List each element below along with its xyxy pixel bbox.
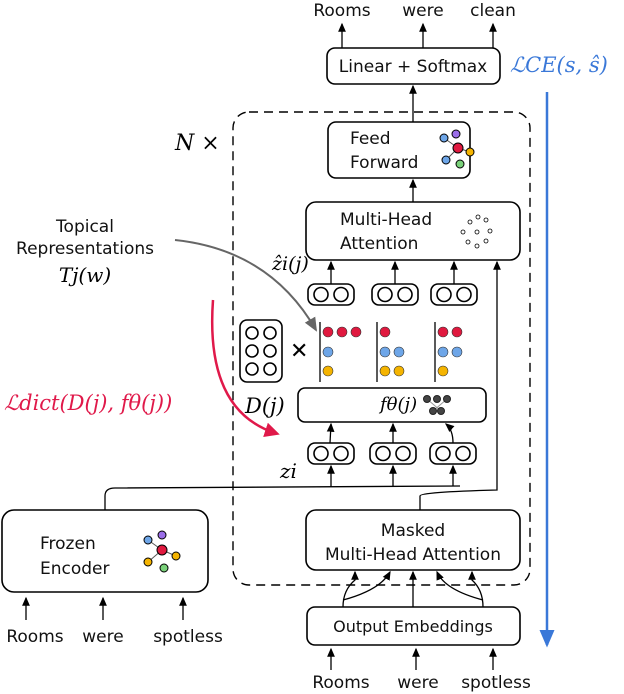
- feed-forward-label: Feed: [350, 129, 391, 149]
- topical-label: Topical: [55, 217, 114, 237]
- mha-label: Multi-Head: [340, 210, 432, 230]
- encoder-input-word: were: [82, 627, 123, 647]
- latent-vector-row: [307, 442, 477, 465]
- f-theta-label: fθ(j): [378, 394, 417, 415]
- decoder-input-word: were: [397, 673, 438, 693]
- n-times-label: N ×: [174, 131, 220, 156]
- z-i-label: zi: [279, 459, 297, 483]
- multiply-icon: ✕: [290, 339, 308, 364]
- loss-dict: ℒdict(D(j), fθ(j)): [4, 391, 172, 415]
- frozen-encoder-label: Frozen: [40, 534, 96, 554]
- encoder-input-word: spotless: [153, 627, 223, 647]
- output-embeddings-label: Output Embeddings: [333, 617, 493, 636]
- masked-mha-label: Masked: [381, 521, 445, 541]
- frozen-encoder-label: Encoder: [40, 559, 110, 579]
- output-word: were: [402, 1, 443, 21]
- z-hat-label: ẑi(j): [271, 253, 309, 275]
- frozen-encoder-box: [1, 509, 209, 593]
- output-word: Rooms: [313, 1, 370, 21]
- dictionary-label: D(j): [244, 394, 285, 418]
- dictionary-matrix: [239, 319, 283, 383]
- output-word: clean: [470, 1, 516, 21]
- loss-ce: ℒCE(s, ŝ): [510, 53, 608, 77]
- topic-columns: [319, 322, 463, 382]
- masked-mha-label: Multi-Head Attention: [325, 545, 501, 565]
- linear-softmax-label: Linear + Softmax: [339, 57, 487, 77]
- decoder-input-word: spotless: [461, 673, 531, 693]
- decoder-input-word: Rooms: [312, 673, 369, 693]
- feed-forward-label: Forward: [350, 153, 418, 173]
- topical-label: Tj(w): [59, 263, 111, 287]
- encoder-input-word: Rooms: [6, 627, 63, 647]
- architecture-diagram: Rooms were clean Linear + Softmax ℒCE(s,…: [1, 1, 608, 693]
- topical-label: Representations: [16, 239, 154, 259]
- mha-label: Attention: [340, 234, 418, 254]
- token-vector-row: [307, 283, 478, 306]
